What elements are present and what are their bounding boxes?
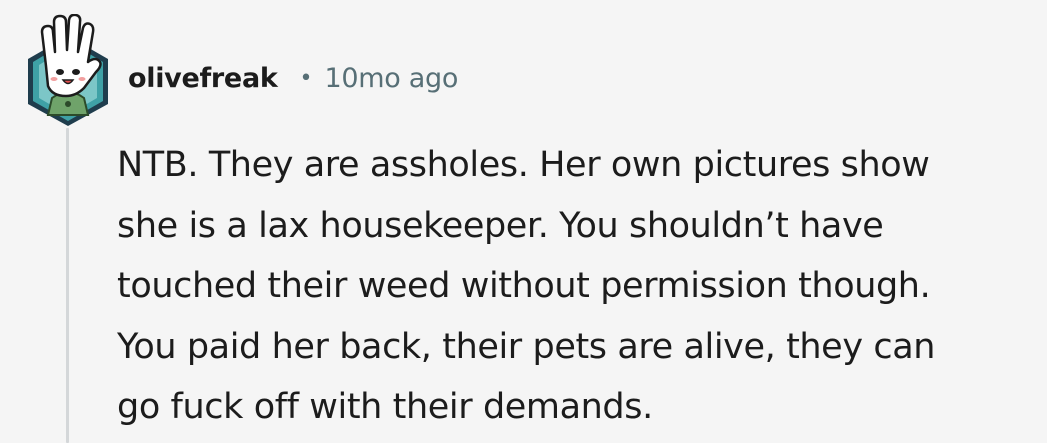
comment-body-line: NTB. They are assholes. Her own pictures… (117, 145, 930, 185)
comment-body: NTB. They are assholes. Her own pictures… (117, 135, 1017, 438)
comment-body-line: touched their weed without permission th… (117, 266, 931, 306)
comment-body-line: go fuck off with their demands. (117, 387, 653, 427)
comment-body-line: You paid her back, their pets are alive,… (117, 326, 936, 367)
author-username[interactable]: olivefreak (128, 63, 278, 94)
comment-timestamp[interactable]: 10mo ago (325, 63, 459, 94)
meta-separator: • (299, 65, 313, 91)
comment: olivefreak • 10mo ago NTB. They are assh… (0, 0, 1047, 443)
waving-hand-avatar-icon (28, 13, 108, 126)
comment-body-line: she is a lax housekeeper. You shouldn’t … (117, 205, 884, 246)
thread-line[interactable] (66, 128, 69, 443)
comment-header: olivefreak • 10mo ago (128, 58, 458, 98)
user-avatar[interactable] (22, 13, 114, 126)
